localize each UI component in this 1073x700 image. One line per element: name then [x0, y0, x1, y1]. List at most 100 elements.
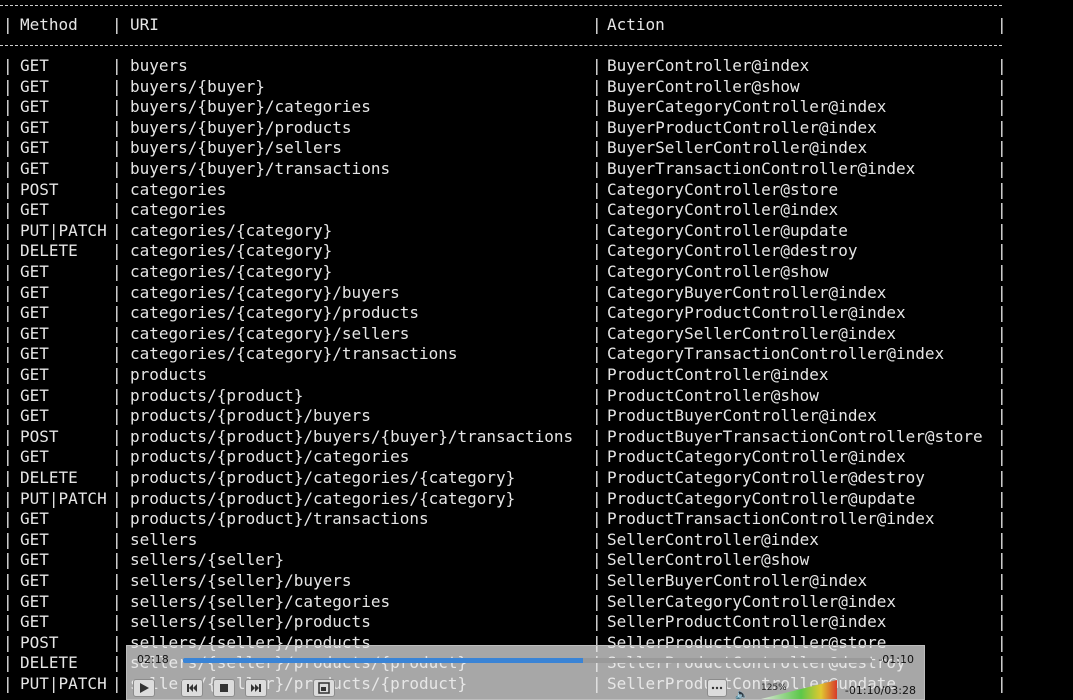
remaining-time: -01:10: [878, 653, 914, 666]
column-separator: |: [3, 282, 13, 302]
route-uri: products/{product}/categories/{category}: [130, 468, 516, 487]
route-action: ProductController@index: [607, 365, 829, 384]
column-separator: |: [997, 97, 1007, 117]
route-uri: categories: [130, 200, 227, 220]
route-method: GET: [20, 447, 49, 467]
route-method: POST: [20, 632, 59, 652]
previous-button[interactable]: [181, 679, 203, 697]
column-separator: |: [3, 262, 13, 281]
column-separator: |: [3, 117, 13, 137]
column-separator: |: [997, 406, 1007, 426]
route-uri: sellers/{seller}: [130, 550, 285, 570]
route-action: CategoryController@update: [607, 220, 848, 240]
route-action: CategoryController@show: [607, 262, 829, 281]
column-separator: |: [3, 488, 13, 508]
column-separator: |: [997, 612, 1007, 632]
route-method: GET: [20, 344, 49, 364]
route-uri: categories/{category}/sellers: [130, 323, 410, 343]
column-separator: |: [592, 220, 602, 240]
route-method: GET: [20, 97, 49, 117]
table-row: | POST | categories | CategoryController@stor…: [0, 179, 1007, 201]
stop-button[interactable]: [213, 679, 235, 697]
column-separator: |: [592, 365, 602, 384]
column-separator: |: [997, 179, 1007, 199]
table-header-border: [0, 45, 1002, 46]
play-button[interactable]: [133, 679, 155, 697]
column-separator: |: [3, 529, 13, 549]
header-method: Method: [20, 15, 78, 34]
table-row: | GET | sellers/{seller}/categories | SellerC…: [0, 591, 1007, 613]
column-separator: |: [997, 550, 1007, 570]
route-method: GET: [20, 550, 49, 570]
column-separator: |: [997, 447, 1007, 467]
route-uri: categories: [130, 179, 227, 199]
column-separator: |: [592, 612, 602, 632]
route-method: GET: [20, 282, 49, 302]
column-separator: |: [3, 468, 13, 487]
column-separator: |: [3, 385, 13, 405]
table-row: | GET | products | ProductController@index |: [0, 365, 1007, 386]
column-separator: |: [997, 200, 1007, 220]
column-separator: |: [3, 56, 13, 75]
table-row: | GET | products/{product}/categories | Produ…: [0, 447, 1007, 468]
next-button[interactable]: [245, 679, 267, 697]
route-action: ProductBuyerController@index: [607, 406, 877, 426]
route-uri: categories/{category}/buyers: [130, 282, 400, 302]
column-separator: |: [997, 15, 1007, 34]
route-method: GET: [20, 571, 49, 590]
route-action: CategoryProductController@index: [607, 303, 906, 323]
column-separator: |: [112, 117, 122, 137]
route-uri: products/{product}/buyers/{buyer}/transa…: [130, 426, 574, 446]
route-uri: buyers/{buyer}: [130, 76, 265, 96]
column-separator: |: [112, 97, 122, 117]
table-row: | GET | categories/{category}/buyers | Catego…: [0, 282, 1007, 304]
column-separator: |: [3, 344, 13, 364]
route-uri: products/{product}/categories/{category}: [130, 488, 516, 508]
table-row: | GET | buyers/{buyer}/categories | BuyerCate…: [0, 97, 1007, 118]
route-method: GET: [20, 406, 49, 426]
route-method: GET: [20, 117, 49, 137]
table-row: | GET | buyers/{buyer}/sellers | BuyerSellerC…: [0, 138, 1007, 159]
seek-bar[interactable]: [183, 658, 872, 663]
column-separator: |: [997, 591, 1007, 611]
route-uri: products/{product}/categories: [130, 447, 410, 467]
column-separator: |: [112, 509, 122, 529]
fullscreen-button[interactable]: [313, 679, 335, 697]
route-action: BuyerCategoryController@index: [607, 97, 887, 117]
column-separator: |: [3, 550, 13, 570]
column-separator: |: [997, 76, 1007, 96]
column-separator: |: [3, 674, 13, 693]
route-action: ProductBuyerTransactionController@store: [607, 426, 983, 446]
column-separator: |: [997, 262, 1007, 281]
route-uri: categories/{category}/transactions: [130, 344, 458, 364]
table-row: | GET | buyers/{buyer}/transactions | BuyerTr…: [0, 159, 1007, 180]
route-action: BuyerTransactionController@index: [607, 159, 916, 178]
column-separator: |: [997, 344, 1007, 364]
route-action: SellerController@index: [607, 529, 819, 549]
column-separator: |: [112, 385, 122, 405]
column-separator: |: [592, 262, 602, 281]
column-separator: |: [3, 591, 13, 611]
column-separator: |: [3, 303, 13, 323]
column-separator: |: [3, 653, 13, 673]
column-separator: |: [592, 529, 602, 549]
column-separator: |: [592, 76, 602, 96]
stop-icon: [220, 684, 228, 692]
column-separator: |: [112, 220, 122, 240]
speaker-icon[interactable]: 🔈: [735, 688, 749, 699]
route-action: CategoryBuyerController@index: [607, 282, 887, 302]
loop-button[interactable]: [707, 679, 727, 697]
column-separator: |: [3, 15, 13, 34]
column-separator: |: [112, 426, 122, 446]
route-uri: buyers/{buyer}/products: [130, 117, 352, 137]
column-separator: |: [3, 406, 13, 426]
route-uri: sellers/{seller}/buyers: [130, 571, 352, 590]
route-action: BuyerProductController@index: [607, 117, 877, 137]
route-action: ProductCategoryController@index: [607, 447, 906, 467]
route-method: GET: [20, 591, 49, 611]
route-action: BuyerSellerController@index: [607, 138, 868, 158]
route-uri: categories/{category}: [130, 220, 333, 240]
column-separator: |: [112, 241, 122, 261]
column-separator: |: [997, 303, 1007, 323]
table-header-row: | Method | URI | Action |: [0, 14, 1007, 36]
